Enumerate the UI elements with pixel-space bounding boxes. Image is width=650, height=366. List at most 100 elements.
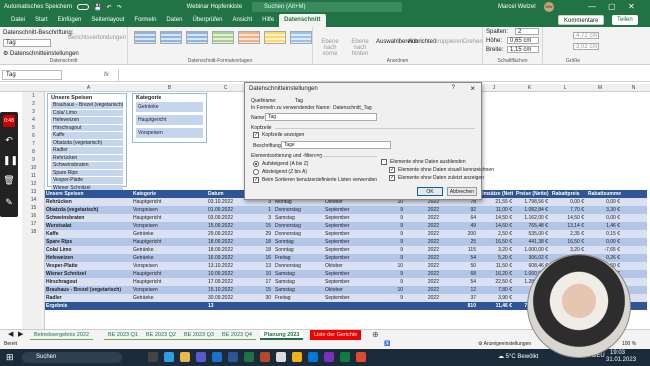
app-icon[interactable] [308, 352, 318, 362]
delete-icon[interactable]: 🗑 [3, 174, 15, 186]
ascending-radio[interactable] [253, 161, 259, 167]
style-swatch[interactable] [238, 31, 260, 44]
save-icon[interactable]: 💾 [94, 4, 101, 11]
slicer-item[interactable]: Cola/ Limo [51, 109, 123, 116]
table-cell[interactable]: Donnerstag [274, 206, 322, 214]
table-cell[interactable]: 10 [374, 286, 404, 294]
descending-radio[interactable] [253, 169, 259, 175]
table-cell[interactable]: 01.09.2022 [207, 206, 242, 214]
row-header-cell[interactable]: 2 [22, 101, 45, 107]
table-cell[interactable]: Hauptgericht [132, 278, 205, 286]
table-cell[interactable]: Hirschragout [45, 278, 131, 286]
table-cell[interactable]: Cola/ Limo [45, 246, 131, 254]
clock-date[interactable]: 31.01.2023 [606, 357, 636, 363]
table-cell[interactable]: 10 [374, 262, 404, 270]
table-cell[interactable]: Rehrücken [45, 198, 131, 206]
table-cell[interactable]: 2022 [406, 278, 440, 286]
row-header-cell[interactable]: 13 [22, 189, 45, 195]
table-cell[interactable]: 1 [244, 206, 272, 214]
table-cell[interactable]: Spare Rips [45, 238, 131, 246]
table-cell[interactable]: 2022 [406, 262, 440, 270]
show-header-checkbox[interactable]: ✓ [253, 132, 259, 138]
column-header-cell[interactable]: K [512, 84, 547, 92]
tab-start[interactable]: Start [30, 14, 53, 27]
table-cell[interactable]: 2,35 € [551, 230, 585, 238]
slicer-settings-button[interactable]: ⚙ Datenschnitteinstellungen [3, 50, 79, 57]
close-icon[interactable]: ✕ [628, 0, 635, 14]
tab-datenschnitt[interactable]: Datenschnitt [279, 14, 326, 27]
group-button[interactable]: Gruppieren [433, 39, 463, 45]
table-cell[interactable]: Brauhaus - Brezel (vegetarisch) [45, 286, 131, 294]
taskview-icon[interactable] [148, 352, 158, 362]
table-cell[interactable]: 68 [442, 270, 477, 278]
rotate-button[interactable]: Drehen [463, 39, 483, 45]
table-cell[interactable]: Samstag [274, 270, 322, 278]
table-cell[interactable]: 15 [244, 286, 272, 294]
display-settings-button[interactable]: ⚙ Anzeigeeinstellungen [478, 340, 531, 349]
table-cell[interactable]: 14,60 € [479, 222, 513, 230]
add-sheet-icon[interactable]: ⊕ [368, 330, 383, 340]
formula-input[interactable] [118, 69, 646, 81]
table-cell[interactable]: 03.10.2022 [207, 198, 242, 206]
sheet-tab[interactable]: BE 2023 Q1 [104, 330, 142, 340]
table-cell[interactable]: September [324, 278, 372, 286]
tab-ueberpruefen[interactable]: Überprüfen [187, 14, 227, 27]
table-cell[interactable]: 15.09.2022 [207, 222, 242, 230]
table-cell[interactable]: 2022 [406, 294, 440, 302]
table-cell[interactable]: 18.09.2022 [207, 246, 242, 254]
row-header-cell[interactable]: 14 [22, 197, 45, 203]
caption-input[interactable]: Tage [281, 141, 391, 149]
style-swatch[interactable] [290, 31, 312, 44]
table-cell[interactable]: September [324, 206, 372, 214]
table-cell[interactable]: Getränke [132, 246, 205, 254]
slicer-item[interactable]: Kaffe [51, 132, 123, 139]
table-cell[interactable]: 9 [374, 206, 404, 214]
table-cell[interactable]: 37 [442, 294, 477, 302]
visual-nodata-checkbox[interactable]: ✓ [389, 167, 395, 173]
row-header-cell[interactable]: 6 [22, 133, 45, 139]
table-cell[interactable]: September [324, 294, 372, 302]
table-cell[interactable]: Wurstsalat [45, 222, 131, 230]
comments-button[interactable]: Kommentare [558, 15, 605, 25]
slicer-item[interactable]: Obatzda (vegetarisch) [51, 139, 123, 146]
table-cell[interactable]: 11,00 € [479, 206, 513, 214]
app-icon[interactable] [324, 352, 334, 362]
column-title[interactable]: Rabattpreis [551, 190, 585, 198]
outlook-icon[interactable] [212, 352, 222, 362]
share-button[interactable]: Teilen [612, 15, 638, 25]
table-cell[interactable]: Freitag [274, 254, 322, 262]
edge-icon[interactable] [164, 352, 174, 362]
table-cell[interactable]: 22,50 € [479, 278, 513, 286]
table-cell[interactable]: Oktober [324, 262, 372, 270]
table-cell[interactable]: 5,20 € [479, 254, 513, 262]
table-cell[interactable]: 1.082,84 € [515, 206, 549, 214]
table-cell[interactable]: 1.162,00 € [515, 214, 549, 222]
teams-icon[interactable] [196, 352, 206, 362]
tab-einfuegen[interactable]: Einfügen [53, 14, 87, 27]
slicer-item[interactable]: Hirschragout [51, 124, 123, 131]
tab-ansicht[interactable]: Ansicht [227, 14, 257, 27]
table-cell[interactable]: 17.09.2022 [207, 278, 242, 286]
row-header-cell[interactable]: 17 [22, 221, 45, 227]
table-cell[interactable]: 30.09.2022 [207, 294, 242, 302]
row-header-cell[interactable]: 15 [22, 205, 45, 211]
table-cell[interactable]: September [324, 270, 372, 278]
table-cell[interactable]: 25 [442, 238, 477, 246]
table-cell[interactable]: Freitag [274, 294, 322, 302]
accessibility-icon[interactable]: ♿ [384, 340, 390, 349]
column-title[interactable]: Rabattsumme [587, 190, 621, 198]
table-cell[interactable]: Getränke [132, 230, 205, 238]
slicer-width-input[interactable]: 3,02 cm [573, 43, 599, 50]
selection-pane-button[interactable]: Auswahlbereich [376, 39, 418, 45]
slicer-item[interactable]: Radler [51, 147, 123, 154]
sheet-tab[interactable]: Liste der Gerichte [310, 330, 362, 340]
search-input[interactable]: Suchen (Alt+M) [252, 2, 402, 12]
column-title[interactable]: Datum [207, 190, 242, 198]
row-header-cell[interactable]: 3 [22, 109, 45, 115]
table-cell[interactable]: Vesper-Platte [45, 262, 131, 270]
sheet-tab[interactable]: BE 2023 Q3 [180, 330, 218, 340]
table-cell[interactable]: September [324, 222, 372, 230]
maximize-icon[interactable]: ▢ [608, 0, 616, 14]
table-cell[interactable]: 0,15 € [587, 230, 621, 238]
table-cell[interactable]: 2022 [406, 246, 440, 254]
